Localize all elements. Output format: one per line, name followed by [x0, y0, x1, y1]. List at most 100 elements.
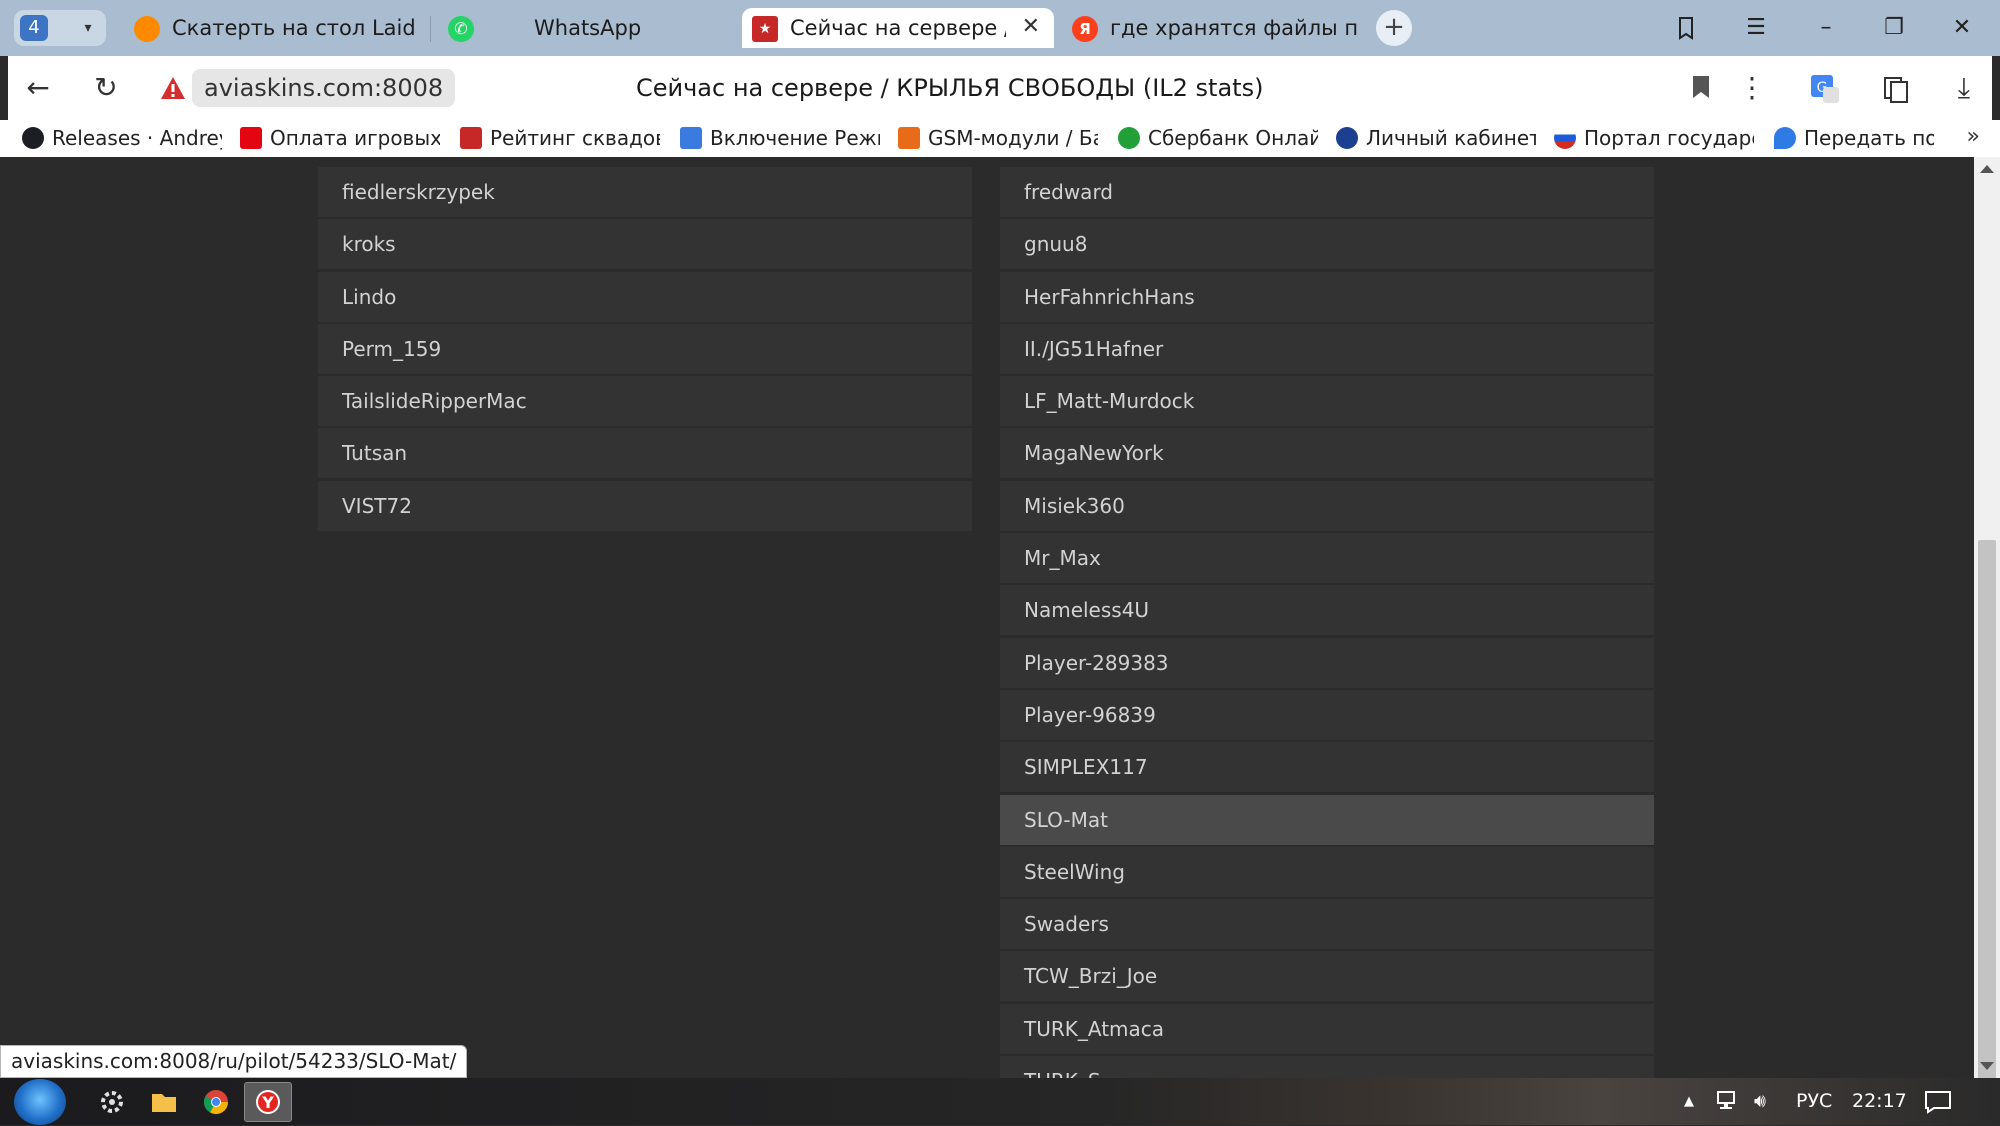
player-row[interactable]: Perm_159 [318, 323, 972, 374]
clock[interactable]: 22:17 [1852, 1090, 1907, 1112]
reload-icon[interactable]: ↻ [84, 66, 128, 110]
whatsapp-icon: ✆ [448, 16, 474, 42]
extensions-icon[interactable] [1874, 66, 1918, 110]
bookmark-item[interactable]: Оплата игровых к [240, 124, 440, 152]
bookmark-item[interactable]: Передать пок [1774, 124, 1934, 152]
bookmark-item[interactable]: Личный кабинет н [1336, 124, 1536, 152]
translate-icon[interactable]: G [1803, 66, 1847, 110]
chevron-down-icon: ▾ [84, 20, 92, 36]
more-options-icon[interactable]: ⋮ [1730, 66, 1774, 110]
bookmark-label: Портал государс [1584, 126, 1754, 150]
tab-title: Скатерть на стол Laid Tab [172, 16, 416, 40]
new-tab-button[interactable]: + [1376, 10, 1412, 46]
url-host[interactable]: aviaskins.com:8008 [192, 69, 456, 107]
bookmark-item[interactable]: Включение Режи [680, 124, 880, 152]
player-row[interactable]: MagaNewYork [1000, 428, 1654, 479]
mts-icon [240, 127, 262, 149]
il2stats-icon: ★ [752, 16, 778, 42]
sber-icon [1118, 127, 1140, 149]
volume-icon[interactable]: 🔊︎ [1754, 1090, 1766, 1112]
player-row[interactable]: TailslideRipperMac [318, 376, 972, 427]
il2stats-icon [460, 127, 482, 149]
chrome-icon[interactable] [192, 1082, 240, 1122]
taskbar: Y ▲ 🔊︎ РУС 22:17 [0, 1078, 2000, 1125]
download-icon[interactable]: ⤓ [1942, 66, 1986, 110]
bookmark-label: Передать пок [1804, 126, 1934, 150]
bookmark-item[interactable]: Рейтинг сквадов / [460, 124, 660, 152]
player-row[interactable]: LF_Matt-Murdock [1000, 376, 1654, 427]
player-row[interactable]: TURK_S [1000, 1056, 1654, 1078]
tab-yandex[interactable]: Я где хранятся файлы прин [1062, 8, 1368, 48]
settings-icon[interactable] [88, 1082, 136, 1122]
player-row[interactable]: II./JG51Hafner [1000, 323, 1654, 374]
bookmark-label: Личный кабинет н [1366, 126, 1536, 150]
bookmark-item[interactable]: Releases · AndreyF [22, 124, 222, 152]
address-bar[interactable]: aviaskins.com:8008 Сейчас на сервере / К… [148, 63, 1726, 113]
close-window-icon[interactable]: ✕ [1942, 8, 1982, 48]
bookmark-label: Сбербанк Онлайн [1148, 126, 1318, 150]
tab-il2stats[interactable]: ★ Сейчас на сервере / КР ✕ [742, 8, 1054, 48]
restore-icon[interactable]: ❐ [1874, 8, 1914, 48]
player-row[interactable]: fredward [1000, 167, 1654, 217]
player-row[interactable]: SteelWing [1000, 846, 1654, 897]
player-row[interactable]: Nameless4U [1000, 585, 1654, 636]
player-row[interactable]: TCW_Brzi_Joe [1000, 951, 1654, 1002]
scrollbar-thumb[interactable] [1978, 540, 1996, 1093]
bookmark-label: Включение Режи [710, 126, 880, 150]
player-row[interactable]: SIMPLEX117 [1000, 742, 1654, 793]
player-row[interactable]: fiedlerskrzypek [318, 167, 972, 217]
tab-title: Сейчас на сервере / КР [790, 16, 1006, 40]
chart-icon [898, 127, 920, 149]
page-scrollbar[interactable] [1974, 157, 2000, 1093]
yandex-icon: Я [1072, 16, 1098, 42]
bookmark-item[interactable]: GSM-модули / Ба [898, 124, 1098, 152]
warning-icon[interactable] [160, 75, 186, 101]
player-row[interactable]: kroks [318, 219, 972, 270]
language-indicator[interactable]: РУС [1796, 1090, 1832, 1112]
scroll-down-icon[interactable] [1980, 1062, 1994, 1070]
player-row[interactable]: Player-96839 [1000, 689, 1654, 740]
back-arrow-icon[interactable]: ← [16, 66, 60, 110]
bookmark-label: Оплата игровых к [270, 126, 440, 150]
close-tab-icon[interactable]: ✕ [1022, 14, 1040, 39]
yandex-browser-icon[interactable]: Y [244, 1082, 292, 1122]
players-column-right: fredward gnuu8 HerFahnrichHans II./JG51Hafn… [1000, 167, 1654, 1078]
notifications-icon[interactable] [1924, 1090, 1952, 1119]
player-row[interactable]: Mr_Max [1000, 533, 1654, 584]
page-title: Сейчас на сервере / КРЫЛЬЯ СВОБОДЫ (IL2 … [636, 74, 1264, 102]
scroll-up-icon[interactable] [1980, 165, 1994, 173]
collections-icon[interactable] [1666, 8, 1706, 48]
bookmark-icon[interactable] [1692, 75, 1710, 99]
players-column-left: fiedlerskrzypek kroks Lindo Perm_159 Tailsli… [318, 167, 972, 533]
tab-aliexpress[interactable]: Скатерть на стол Laid Tab [124, 8, 426, 48]
player-row[interactable]: Misiek360 [1000, 480, 1654, 531]
start-button[interactable] [14, 1079, 66, 1125]
player-row[interactable]: gnuu8 [1000, 219, 1654, 270]
player-row[interactable]: SLO-Mat [1000, 794, 1654, 845]
minimize-icon[interactable]: – [1806, 8, 1846, 48]
network-icon[interactable] [1716, 1090, 1742, 1117]
tab-title: WhatsApp [534, 16, 642, 40]
more-bookmarks-icon[interactable]: » [1967, 124, 1980, 149]
player-row[interactable]: TURK_Atmaca [1000, 1003, 1654, 1054]
tab-counter-button[interactable]: 4 ▾ [14, 10, 106, 46]
tray-expand-icon[interactable]: ▲ [1684, 1094, 1694, 1109]
player-row[interactable]: Swaders [1000, 899, 1654, 950]
bookmark-label: Releases · AndreyF [52, 126, 222, 150]
player-row[interactable]: Player-289383 [1000, 637, 1654, 688]
player-row[interactable]: Lindo [318, 271, 972, 322]
bookmark-item[interactable]: Сбербанк Онлайн [1118, 124, 1318, 152]
gosuslugi-icon [1554, 127, 1576, 149]
page-content: fiedlerskrzypek kroks Lindo Perm_159 Tailsli… [0, 157, 1974, 1078]
file-explorer-icon[interactable] [140, 1082, 188, 1122]
bookmarks-bar: Releases · AndreyF Оплата игровых к Рейт… [0, 120, 2000, 157]
tab-title: где хранятся файлы прин [1110, 16, 1360, 40]
bookmark-item[interactable]: Портал государс [1554, 124, 1754, 152]
menu-icon[interactable]: ☰ [1736, 8, 1776, 48]
nalog-icon [1336, 127, 1358, 149]
player-row[interactable]: HerFahnrichHans [1000, 271, 1654, 322]
player-row[interactable]: Tutsan [318, 428, 972, 479]
tab-divider [430, 16, 431, 42]
player-row[interactable]: VIST72 [318, 480, 972, 531]
tab-whatsapp[interactable]: ✆ WhatsApp [438, 8, 738, 48]
